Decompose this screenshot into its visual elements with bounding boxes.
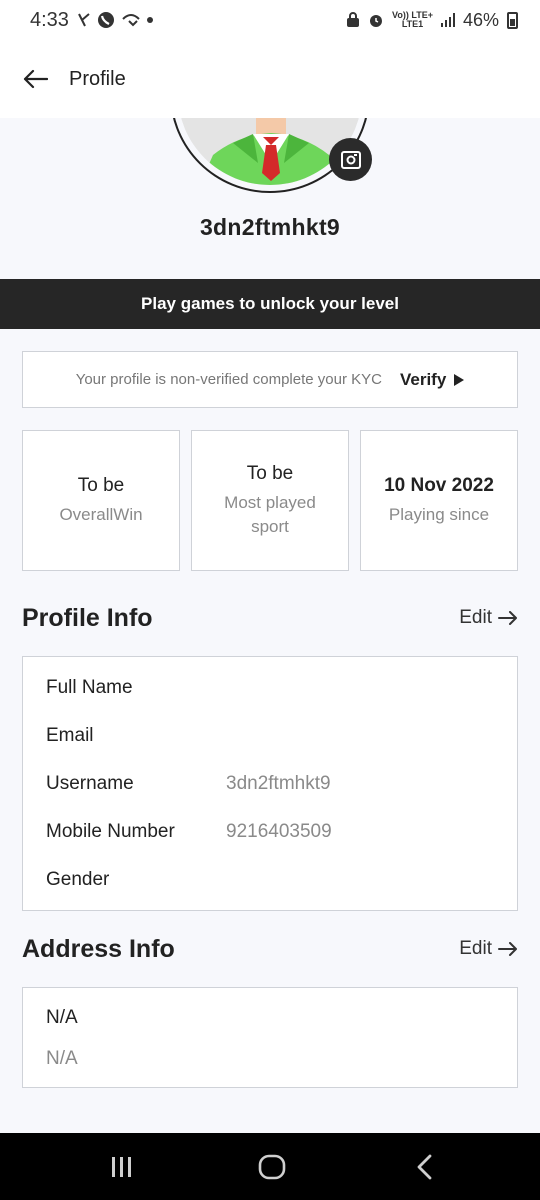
battery-percent: 46% — [462, 9, 499, 30]
nav-back-button[interactable] — [384, 1133, 464, 1200]
edit-profile-label: Edit — [459, 607, 492, 628]
address-line-1-text: N/A — [46, 1007, 78, 1028]
address-line-1: N/A — [46, 1007, 226, 1029]
stat-label: Playing since — [388, 504, 490, 524]
stat-label: Most played sport — [224, 492, 316, 536]
alarm-icon — [370, 15, 383, 27]
info-key: Email — [46, 725, 94, 746]
chevron-left-icon — [417, 1154, 432, 1179]
profile-info-header: Profile Info Edit — [22, 600, 518, 636]
home-icon — [258, 1154, 286, 1179]
info-key: Gender — [46, 869, 110, 890]
stat-value: To be — [77, 474, 125, 496]
stat-value: To be — [246, 462, 294, 484]
nav-recents-button[interactable] — [82, 1133, 162, 1200]
system-nav-bar — [0, 1133, 540, 1200]
verify-button[interactable]: Verify — [399, 369, 465, 390]
level-banner-text: Play games to unlock your level — [141, 294, 399, 313]
kyc-notice: Your profile is non-verified complete yo… — [22, 351, 518, 408]
info-row-email: Email — [46, 725, 226, 747]
signal-icon — [440, 13, 455, 27]
more-notifications-dot-icon — [146, 17, 153, 23]
edit-profile-button[interactable]: Edit — [459, 607, 518, 629]
profile-username: 3dn2ftmhkt9 — [199, 214, 341, 240]
info-value: 9216403509 — [226, 821, 332, 842]
level-banner: Play games to unlock your level — [0, 279, 540, 329]
stat-label: OverallWin — [59, 504, 143, 524]
missed-call-icon — [122, 14, 140, 27]
info-row-username: Username 3dn2ftmhkt9 — [46, 773, 331, 795]
kyc-message: Your profile is non-verified complete yo… — [75, 371, 382, 388]
info-row-full-name: Full Name — [46, 677, 226, 699]
page-title: Profile — [69, 67, 126, 90]
info-key: Username — [46, 773, 134, 794]
profile-info-title: Profile Info — [22, 603, 153, 632]
info-key: Mobile Number — [46, 821, 175, 842]
phone-call-icon — [97, 12, 114, 28]
network-label-bottom: LTE1 — [401, 19, 424, 29]
address-line-2-text: N/A — [46, 1048, 78, 1069]
stat-card-most-played: To be Most played sport — [191, 430, 349, 571]
camera-icon — [340, 150, 361, 169]
stat-card-playing-since: 10 Nov 2022 Playing since — [360, 430, 518, 571]
back-arrow-icon[interactable] — [20, 64, 50, 94]
address-info-title: Address Info — [22, 934, 175, 963]
address-info-header: Address Info Edit — [22, 931, 518, 967]
stat-value: 10 Nov 2022 — [384, 474, 494, 496]
notification-icons — [77, 11, 153, 29]
edit-address-button[interactable]: Edit — [459, 938, 518, 960]
arrow-right-icon — [498, 611, 517, 625]
status-time: 4:33 — [30, 8, 69, 31]
status-bar: 4:33 Vo)) LTE+ LTE1 46% — [0, 0, 540, 40]
recents-icon — [112, 1156, 131, 1177]
nav-home-button[interactable] — [232, 1133, 312, 1200]
info-key: Full Name — [46, 677, 133, 698]
edit-address-label: Edit — [459, 938, 492, 959]
battery-icon — [507, 11, 518, 29]
pen-icon — [78, 13, 90, 27]
app-header: Profile — [0, 40, 540, 118]
arrow-right-icon — [498, 942, 517, 956]
network-type: Vo)) LTE+ LTE1 — [392, 11, 433, 29]
play-triangle-icon — [454, 373, 465, 386]
info-row-gender: Gender — [46, 869, 226, 891]
info-value: 3dn2ftmhkt9 — [226, 773, 331, 794]
profile-info-card: Full Name Email Username 3dn2ftmhkt9 Mob… — [22, 656, 518, 911]
stat-card-overall-win: To be OverallWin — [22, 430, 180, 571]
info-row-mobile-number: Mobile Number 9216403509 — [46, 821, 332, 843]
change-photo-button[interactable] — [329, 138, 372, 181]
verify-label: Verify — [399, 369, 447, 389]
address-line-2: N/A — [46, 1048, 78, 1070]
lock-icon — [347, 12, 360, 27]
address-info-card: N/A N/A — [22, 987, 518, 1088]
